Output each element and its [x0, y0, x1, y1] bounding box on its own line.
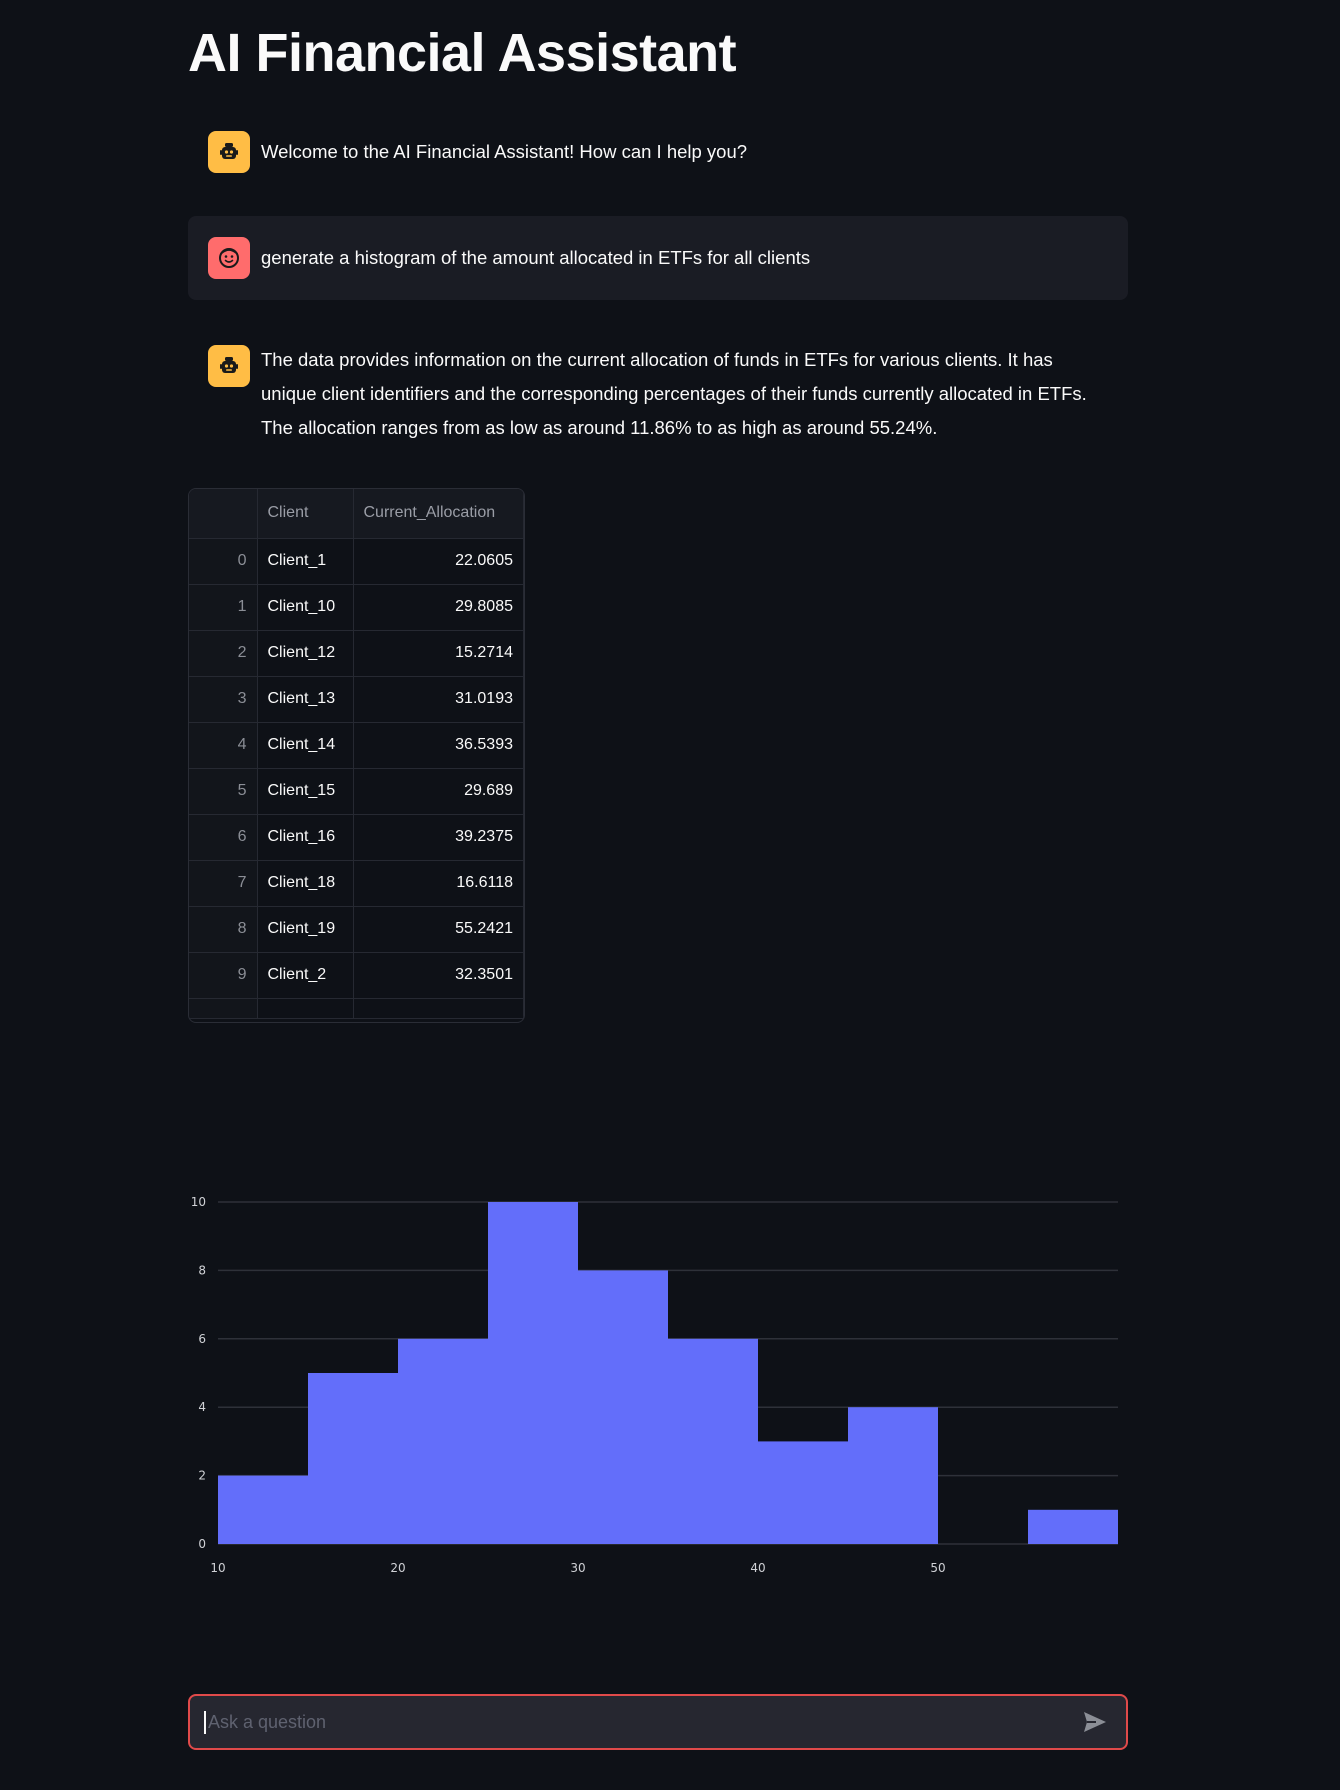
send-button[interactable]: [1078, 1705, 1112, 1739]
table-body: 0 Client_1 22.0605 1 Client_10 29.8085 2 Client…: [189, 538, 524, 1019]
allocation-cell[interactable]: 22.0605: [353, 538, 524, 585]
x-tick-label: 50: [930, 1561, 945, 1575]
histogram-bar[interactable]: [488, 1202, 578, 1544]
table-row[interactable]: 8 Client_19 55.2421: [189, 906, 524, 953]
histogram-bar[interactable]: [308, 1373, 398, 1544]
message-text: generate a histogram of the amount alloc…: [261, 247, 811, 268]
chat-message-user: generate a histogram of the amount alloc…: [188, 216, 1128, 300]
column-header-index[interactable]: [189, 489, 258, 539]
row-index-cell[interactable]: 0: [189, 538, 258, 585]
y-tick-label: 2: [198, 1469, 206, 1483]
row-index-cell[interactable]: 5: [189, 768, 258, 815]
client-cell[interactable]: Client_10: [257, 584, 354, 631]
client-cell[interactable]: Client_12: [257, 630, 354, 677]
histogram-bar[interactable]: [848, 1407, 938, 1544]
table-row[interactable]: 6 Client_16 39.2375: [189, 814, 524, 861]
dataframe[interactable]: Client Current_Allocation 0 Client_1 22.06…: [188, 488, 525, 1023]
row-index-cell[interactable]: 4: [189, 722, 258, 769]
row-index-cell[interactable]: 9: [189, 952, 258, 999]
x-tick-label: 20: [390, 1561, 405, 1575]
table-row[interactable]: 1 Client_10 29.8085: [189, 584, 524, 631]
y-tick-label: 0: [198, 1537, 206, 1551]
send-icon: [1084, 1712, 1106, 1732]
y-tick-label: 10: [191, 1195, 206, 1209]
histogram-bar[interactable]: [1028, 1509, 1118, 1544]
table-row[interactable]: 9 Client_2 32.3501: [189, 952, 524, 999]
histogram-bar[interactable]: [218, 1475, 308, 1544]
x-tick-label: 30: [570, 1561, 585, 1575]
x-tick-label: 40: [750, 1561, 765, 1575]
row-index-cell[interactable]: 8: [189, 906, 258, 953]
table-row-partial: [189, 998, 524, 1019]
smiley-face-icon: [208, 237, 250, 279]
chat-input-container: [188, 1694, 1128, 1750]
histogram-bar[interactable]: [668, 1338, 758, 1544]
chat-message-assistant: Welcome to the AI Financial Assistant! H…: [188, 130, 1128, 174]
robot-icon: [208, 131, 250, 173]
table-row[interactable]: 2 Client_12 15.2714: [189, 630, 524, 677]
table-row[interactable]: 7 Client_18 16.6118: [189, 860, 524, 907]
allocation-cell[interactable]: 39.2375: [353, 814, 524, 861]
table-row[interactable]: 5 Client_15 29.689: [189, 768, 524, 815]
table-row[interactable]: 3 Client_13 31.0193: [189, 676, 524, 723]
histogram-bar[interactable]: [398, 1338, 488, 1544]
row-index-cell[interactable]: 6: [189, 814, 258, 861]
allocation-cell[interactable]: 36.5393: [353, 722, 524, 769]
allocation-cell[interactable]: 15.2714: [353, 630, 524, 677]
row-index-cell[interactable]: 3: [189, 676, 258, 723]
page-title: AI Financial Assistant: [188, 23, 737, 83]
row-index-cell[interactable]: 2: [189, 630, 258, 677]
empty-cell: [353, 998, 524, 1019]
allocation-cell[interactable]: 55.2421: [353, 906, 524, 953]
x-tick-label: 10: [210, 1561, 225, 1575]
histogram-bar[interactable]: [758, 1441, 848, 1544]
allocation-cell[interactable]: 29.8085: [353, 584, 524, 631]
y-tick-label: 6: [198, 1332, 206, 1346]
allocation-cell[interactable]: 31.0193: [353, 676, 524, 723]
empty-cell: [257, 998, 354, 1019]
histogram-chart[interactable]: 0 2 4 6 8 10 10 20 30 40 50: [188, 1180, 1128, 1590]
y-tick-label: 8: [198, 1263, 206, 1277]
table-row[interactable]: 0 Client_1 22.0605: [189, 538, 524, 585]
y-tick-label: 4: [198, 1400, 206, 1414]
client-cell[interactable]: Client_16: [257, 814, 354, 861]
message-text: The data provides information on the cur…: [261, 349, 1087, 438]
client-cell[interactable]: Client_13: [257, 676, 354, 723]
client-cell[interactable]: Client_2: [257, 952, 354, 999]
page: AI Financial Assistant Welcome to the AI…: [0, 0, 1340, 1790]
message-text: Welcome to the AI Financial Assistant! H…: [261, 141, 748, 162]
client-cell[interactable]: Client_15: [257, 768, 354, 815]
table-header-row: Client Current_Allocation: [189, 489, 524, 539]
client-cell[interactable]: Client_18: [257, 860, 354, 907]
histogram-bar[interactable]: [578, 1270, 668, 1544]
row-index-cell[interactable]: 7: [189, 860, 258, 907]
client-cell[interactable]: Client_1: [257, 538, 354, 585]
column-header-current-allocation[interactable]: Current_Allocation: [353, 489, 524, 539]
dataframe-table: Client Current_Allocation 0 Client_1 22.06…: [189, 489, 524, 1019]
chart-svg: 0 2 4 6 8 10 10 20 30 40 50: [191, 1195, 1118, 1575]
chat-message-assistant: The data provides information on the cur…: [188, 343, 1128, 445]
client-cell[interactable]: Client_19: [257, 906, 354, 953]
client-cell[interactable]: Client_14: [257, 722, 354, 769]
column-header-client[interactable]: Client: [257, 489, 354, 539]
allocation-cell[interactable]: 16.6118: [353, 860, 524, 907]
allocation-cell[interactable]: 32.3501: [353, 952, 524, 999]
robot-icon: [208, 345, 250, 387]
row-index-cell[interactable]: 1: [189, 584, 258, 631]
table-row[interactable]: 4 Client_14 36.5393: [189, 722, 524, 769]
chat-input[interactable]: [204, 1710, 1078, 1734]
allocation-cell[interactable]: 29.689: [353, 768, 524, 815]
empty-cell: [189, 998, 258, 1019]
